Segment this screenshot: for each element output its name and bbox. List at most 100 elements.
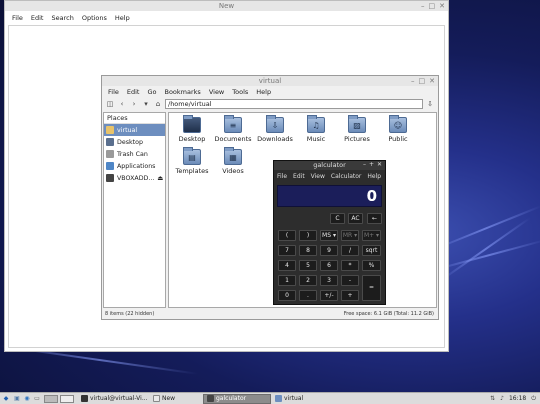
- digit-5-button[interactable]: 5: [299, 260, 317, 271]
- menu-calculator[interactable]: Calculator: [328, 172, 364, 182]
- status-bar: 8 items (22 hidden) Free space: 6.1 GiB …: [103, 309, 437, 319]
- digit-0-button[interactable]: 0: [278, 290, 296, 301]
- menu-file[interactable]: File: [104, 87, 123, 97]
- memory-add-button[interactable]: M+ ▾: [362, 230, 381, 241]
- taskbar-item-terminal[interactable]: virtual@virtual-Vi...: [77, 394, 149, 404]
- clear-button[interactable]: C: [330, 213, 345, 224]
- backspace-button[interactable]: ←: [367, 213, 382, 224]
- maximize-icon[interactable]: □: [429, 2, 436, 10]
- open-paren-button[interactable]: (: [278, 230, 296, 241]
- folder-templates[interactable]: ▤ Templates: [172, 147, 212, 175]
- subtract-button[interactable]: -: [341, 275, 359, 286]
- digit-3-button[interactable]: 3: [320, 275, 338, 286]
- home-icon[interactable]: ⌂: [153, 99, 163, 109]
- sidebar-item-desktop[interactable]: Desktop: [104, 136, 165, 148]
- system-tray: ⇅ ♪ 16:18 ⏻: [490, 395, 540, 403]
- menu-view[interactable]: View: [205, 87, 228, 97]
- menu-view[interactable]: View: [308, 172, 328, 182]
- close-icon[interactable]: ✕: [439, 2, 445, 10]
- folder-videos[interactable]: ▦ Videos: [213, 147, 253, 175]
- taskbar-item-galculator[interactable]: galculator: [203, 393, 271, 404]
- calculator-window[interactable]: galculator – + ✕ File Edit View Calculat…: [273, 160, 386, 305]
- menu-help[interactable]: Help: [364, 172, 384, 182]
- menu-bookmarks[interactable]: Bookmarks: [161, 87, 205, 97]
- maximize-icon[interactable]: □: [419, 77, 426, 85]
- drive-icon[interactable]: ◫: [105, 99, 115, 109]
- divide-button[interactable]: /: [341, 245, 359, 256]
- close-icon[interactable]: ✕: [429, 77, 435, 85]
- minimize-icon[interactable]: –: [411, 77, 415, 85]
- sidebar-item-vboxadd[interactable]: VBOXADD... ⏏: [104, 172, 165, 184]
- minimize-icon[interactable]: –: [421, 2, 425, 10]
- close-icon[interactable]: ✕: [377, 161, 382, 169]
- logout-icon[interactable]: ⏻: [531, 395, 536, 403]
- menu-file[interactable]: File: [274, 172, 290, 182]
- menu-help[interactable]: Help: [252, 87, 275, 97]
- browser-launcher-icon[interactable]: ◉: [22, 395, 32, 402]
- sidebar-item-virtual[interactable]: virtual: [104, 124, 165, 136]
- folder-desktop[interactable]: Desktop: [172, 115, 212, 143]
- digit-9-button[interactable]: 9: [320, 245, 338, 256]
- folder-downloads[interactable]: ⇩ Downloads: [255, 115, 295, 143]
- folder-music[interactable]: ♫ Music: [296, 115, 336, 143]
- close-paren-button[interactable]: ): [299, 230, 317, 241]
- multiply-button[interactable]: *: [341, 260, 359, 271]
- menu-edit[interactable]: Edit: [27, 13, 48, 23]
- decimal-point-button[interactable]: .: [299, 290, 317, 301]
- folder-label: Downloads: [257, 135, 293, 143]
- history-dropdown-icon[interactable]: ▾: [141, 99, 151, 109]
- network-icon[interactable]: ⇅: [490, 395, 495, 402]
- digit-8-button[interactable]: 8: [299, 245, 317, 256]
- menu-edit[interactable]: Edit: [290, 172, 308, 182]
- taskbar-item-virtual[interactable]: virtual: [271, 394, 339, 404]
- volume-icon[interactable]: ♪: [500, 395, 504, 402]
- sidebar-item-trash[interactable]: Trash Can: [104, 148, 165, 160]
- disc-icon: [106, 174, 114, 182]
- minimize-icon[interactable]: –: [363, 161, 366, 169]
- digit-6-button[interactable]: 6: [320, 260, 338, 271]
- menu-help[interactable]: Help: [111, 13, 134, 23]
- sidebar-item-applications[interactable]: Applications: [104, 160, 165, 172]
- path-input[interactable]: /home/virtual: [165, 99, 423, 109]
- maximize-icon[interactable]: +: [369, 161, 374, 169]
- workspace-switcher[interactable]: [44, 394, 58, 403]
- sign-toggle-button[interactable]: +/-: [320, 290, 338, 301]
- forward-arrow-icon[interactable]: ›: [129, 99, 139, 109]
- add-button[interactable]: +: [341, 290, 359, 301]
- show-desktop-icon[interactable]: ▭: [32, 395, 42, 402]
- folder-documents[interactable]: ≡ Documents: [213, 115, 253, 143]
- menu-search[interactable]: Search: [47, 13, 77, 23]
- workspace-switcher[interactable]: [60, 394, 74, 403]
- menu-edit[interactable]: Edit: [123, 87, 144, 97]
- folder-pictures[interactable]: ▨ Pictures: [337, 115, 377, 143]
- folder-public[interactable]: ☺ Public: [378, 115, 418, 143]
- taskbar-item-new[interactable]: New: [149, 394, 203, 404]
- home-folder-icon: [106, 126, 114, 134]
- digit-2-button[interactable]: 2: [299, 275, 317, 286]
- menu-options[interactable]: Options: [78, 13, 111, 23]
- desktop-folder-icon: [183, 115, 201, 133]
- menu-go[interactable]: Go: [143, 87, 160, 97]
- file-manager-launcher-icon[interactable]: ▣: [12, 395, 22, 402]
- menu-tools[interactable]: Tools: [228, 87, 252, 97]
- go-icon[interactable]: ⇩: [425, 99, 435, 109]
- calculator-menubar: File Edit View Calculator Help: [274, 172, 385, 182]
- digit-7-button[interactable]: 7: [278, 245, 296, 256]
- digit-1-button[interactable]: 1: [278, 275, 296, 286]
- clock[interactable]: 16:18: [509, 395, 526, 402]
- equals-button[interactable]: =: [362, 275, 381, 301]
- memory-recall-button[interactable]: MR ▾: [341, 230, 359, 241]
- menu-file[interactable]: File: [8, 13, 27, 23]
- all-clear-button[interactable]: AC: [348, 213, 363, 224]
- memory-store-button[interactable]: MS ▾: [320, 230, 338, 241]
- file-manager-window[interactable]: virtual – □ ✕ File Edit Go Bookmarks Vie…: [101, 75, 439, 320]
- calculator-window-controls: – + ✕: [363, 161, 382, 169]
- sqrt-button[interactable]: sqrt: [362, 245, 381, 256]
- editor-window-controls: – □ ✕: [421, 2, 445, 10]
- digit-4-button[interactable]: 4: [278, 260, 296, 271]
- calculator-icon: [207, 395, 214, 402]
- eject-icon[interactable]: ⏏: [157, 175, 163, 182]
- start-menu-icon[interactable]: ◆: [0, 395, 12, 402]
- back-arrow-icon[interactable]: ‹: [117, 99, 127, 109]
- percent-button[interactable]: %: [362, 260, 381, 271]
